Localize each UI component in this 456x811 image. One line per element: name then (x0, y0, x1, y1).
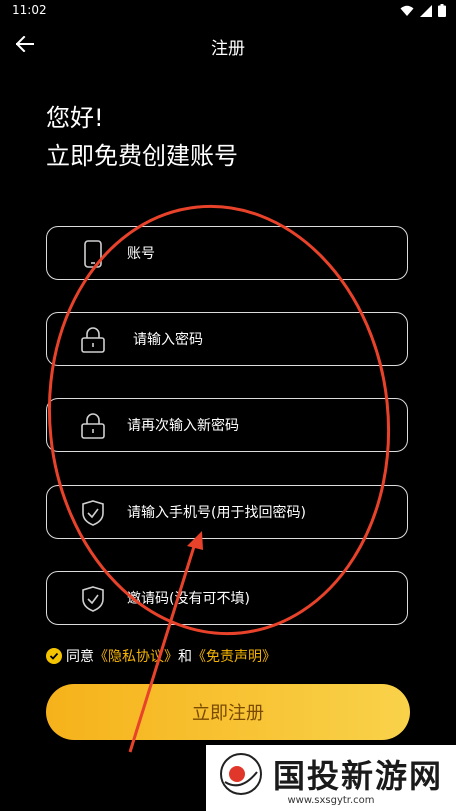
password-placeholder: 请输入密码 (133, 332, 203, 348)
phone-number-field[interactable]: 请输入手机号(用于找回密码) (46, 485, 408, 539)
account-placeholder: 账号 (127, 246, 155, 262)
agree-checkbox[interactable] (46, 648, 62, 664)
phone-number-placeholder: 请输入手机号(用于找回密码) (127, 505, 306, 521)
watermark-title: 国投新游网 (272, 756, 443, 795)
greeting-line-1: 您好! (46, 104, 104, 132)
password-field[interactable]: 请输入密码 (46, 312, 408, 366)
privacy-policy-link[interactable]: 《隐私协议》 (94, 646, 178, 666)
app-bar: 注册 (0, 22, 456, 68)
wifi-icon (400, 5, 414, 16)
battery-icon (438, 4, 446, 17)
register-button[interactable]: 立即注册 (46, 684, 410, 740)
invite-code-placeholder: 邀请码(没有可不填) (127, 591, 250, 607)
shield-check-icon (79, 499, 107, 527)
shield-check-icon (79, 585, 107, 613)
agreement-and: 和 (178, 649, 192, 665)
check-icon (49, 652, 59, 660)
status-time: 11:02 (12, 3, 47, 17)
phone-icon (79, 240, 107, 268)
account-field[interactable]: 账号 (46, 226, 408, 280)
lock-icon (79, 326, 107, 354)
greeting-line-2: 立即免费创建账号 (46, 142, 238, 170)
watermark-url: www.sxsgytr.com (287, 794, 375, 806)
status-bar: 11:02 (0, 0, 456, 22)
agreement-row: 同意 《隐私协议》 和 《免责声明》 (46, 646, 276, 666)
watermark: 国投新游网 www.sxsgytr.com (206, 745, 456, 811)
confirm-password-placeholder: 请再次输入新密码 (127, 418, 239, 434)
agreement-prefix: 同意 (66, 649, 94, 665)
confirm-password-field[interactable]: 请再次输入新密码 (46, 398, 408, 452)
page-title: 注册 (211, 39, 245, 59)
watermark-logo (219, 752, 262, 795)
lock-icon (79, 412, 107, 440)
system-icons (400, 4, 446, 17)
signal-icon (420, 4, 432, 17)
disclaimer-link[interactable]: 《免责声明》 (192, 646, 276, 666)
invite-code-field[interactable]: 邀请码(没有可不填) (46, 571, 408, 625)
